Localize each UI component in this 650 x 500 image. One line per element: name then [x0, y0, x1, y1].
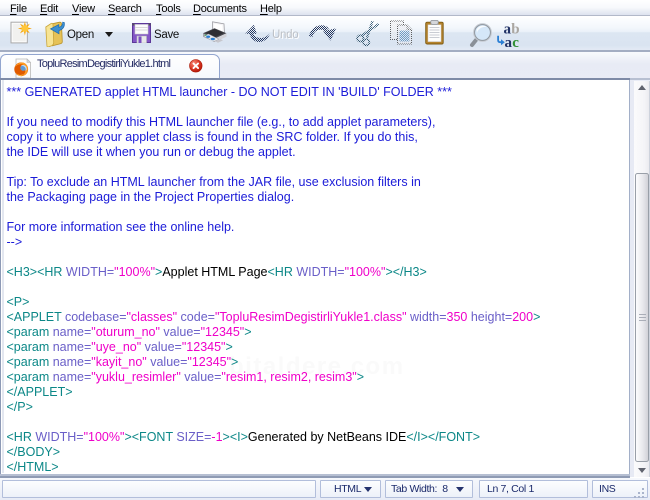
svg-text:c: c [512, 35, 519, 49]
